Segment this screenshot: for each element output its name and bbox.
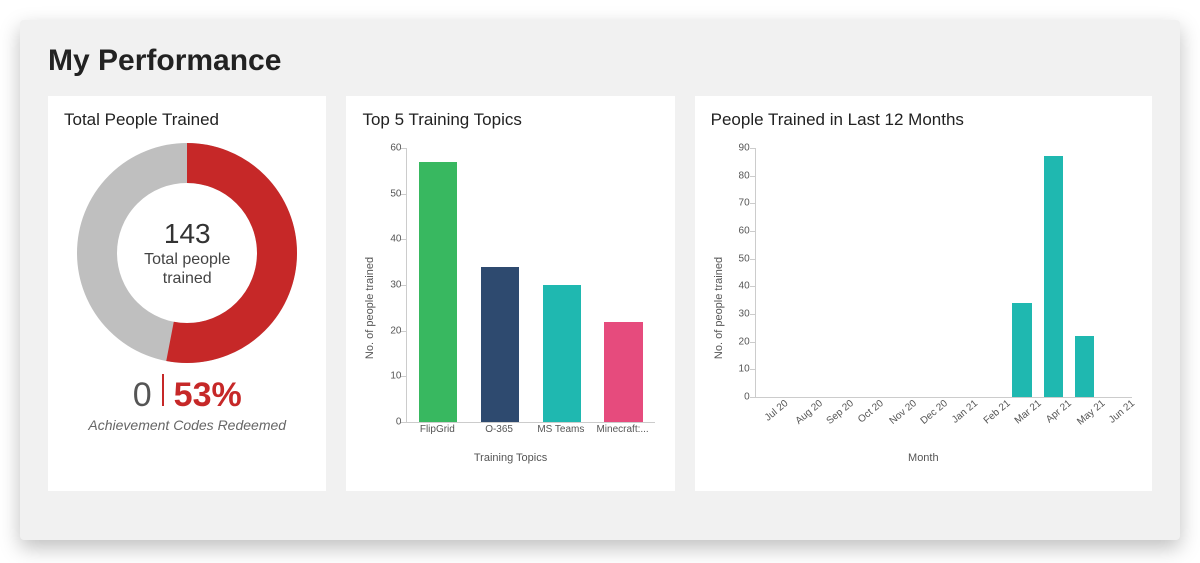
x-tick-label: Feb 21 xyxy=(981,398,1012,426)
y-tick-label: 20 xyxy=(739,336,756,347)
y-tick-label: 10 xyxy=(739,364,756,375)
chart2-area: No. of people trained 0102030405060 Flip… xyxy=(362,138,658,478)
chart3-xticks: Jul 20Aug 20Sep 20Oct 20Nov 20Dec 20Jan … xyxy=(755,398,1132,418)
y-tick-label: 20 xyxy=(390,325,407,336)
x-tick-label: Apr 21 xyxy=(1044,398,1074,425)
bar xyxy=(604,322,642,422)
y-tick-label: 90 xyxy=(739,143,756,154)
chart3-plot: 0102030405060708090 xyxy=(755,148,1132,398)
y-tick-label: 40 xyxy=(739,281,756,292)
card3-title: People Trained in Last 12 Months xyxy=(711,110,1136,130)
card-total-people-trained: Total People Trained 143 Total people tr… xyxy=(48,96,326,491)
card2-title: Top 5 Training Topics xyxy=(362,110,658,130)
chart3-xlabel: Month xyxy=(711,452,1136,464)
chart2-plot: 0102030405060 xyxy=(406,148,654,423)
x-tick-label: Minecraft:... xyxy=(596,424,648,435)
metric-codes-redeemed: 0 xyxy=(133,376,152,415)
bar xyxy=(1044,156,1063,397)
donut-center-value: 143 xyxy=(130,218,245,250)
x-tick-label: O-365 xyxy=(485,424,513,435)
y-tick-label: 70 xyxy=(739,198,756,209)
donut-chart: 143 Total people trained xyxy=(72,138,302,368)
y-tick-label: 60 xyxy=(390,143,407,154)
donut-center-label: Total people trained xyxy=(130,250,245,288)
x-tick-label: Jan 21 xyxy=(950,398,980,426)
donut-center: 143 Total people trained xyxy=(130,218,245,288)
x-tick-label: Nov 20 xyxy=(887,398,918,427)
x-tick-label: FlipGrid xyxy=(420,424,455,435)
y-tick-label: 30 xyxy=(739,309,756,320)
chart2-xticks: FlipGrid O-365 MS Teams Minecraft:... xyxy=(406,424,654,440)
x-tick-label: Sep 20 xyxy=(825,398,856,427)
bar xyxy=(1075,336,1094,397)
dashboard-panel: My Performance Total People Trained 143 … xyxy=(20,20,1180,540)
metrics-row: 0 53% xyxy=(64,374,310,415)
metric-divider xyxy=(162,374,164,406)
x-tick-label: May 21 xyxy=(1075,398,1107,428)
y-tick-label: 50 xyxy=(739,253,756,264)
chart3-area: No. of people trained 010203040506070809… xyxy=(711,138,1136,478)
x-tick-label: Jun 21 xyxy=(1107,398,1137,426)
metric-percent: 53% xyxy=(174,376,242,415)
metric-subtext: Achievement Codes Redeemed xyxy=(64,417,310,433)
y-tick-label: 30 xyxy=(390,280,407,291)
card-top-topics: Top 5 Training Topics No. of people trai… xyxy=(346,96,674,491)
y-tick-label: 80 xyxy=(739,170,756,181)
x-tick-label: Oct 20 xyxy=(856,398,886,425)
bar xyxy=(543,285,581,422)
x-tick-label: Dec 20 xyxy=(919,398,950,427)
x-tick-label: Jul 20 xyxy=(763,398,791,424)
y-tick-label: 50 xyxy=(390,188,407,199)
card1-title: Total People Trained xyxy=(64,110,310,130)
x-tick-label: Mar 21 xyxy=(1013,398,1044,426)
y-tick-label: 40 xyxy=(390,234,407,245)
page-title: My Performance xyxy=(48,44,1152,78)
card-last-12-months: People Trained in Last 12 Months No. of … xyxy=(695,96,1152,491)
y-tick-label: 60 xyxy=(739,226,756,237)
chart2-ylabel: No. of people trained xyxy=(364,257,376,359)
y-tick-label: 10 xyxy=(390,371,407,382)
bar xyxy=(1012,303,1031,397)
bar xyxy=(419,162,457,422)
chart2-xlabel: Training Topics xyxy=(362,452,658,464)
bar xyxy=(481,267,519,422)
cards-row: Total People Trained 143 Total people tr… xyxy=(48,96,1152,491)
x-tick-label: Aug 20 xyxy=(793,398,824,427)
x-tick-label: MS Teams xyxy=(537,424,584,435)
chart3-ylabel: No. of people trained xyxy=(713,257,725,359)
